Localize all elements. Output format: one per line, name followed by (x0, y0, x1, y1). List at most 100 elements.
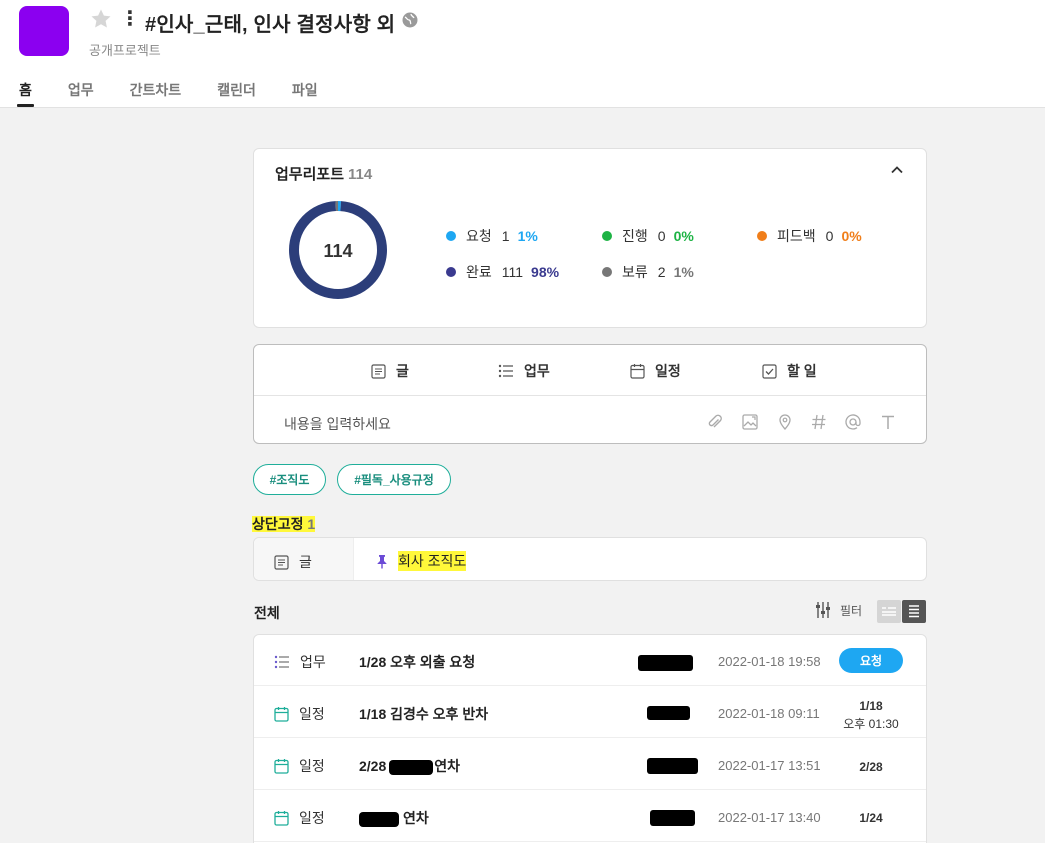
row-date: 2022-01-18 09:11 (718, 706, 820, 721)
tab-files[interactable]: 파일 (292, 80, 318, 107)
stat-count: 2 (657, 264, 666, 280)
redacted-name (389, 759, 434, 775)
stat-dot (602, 231, 612, 241)
row-title[interactable]: 연차 (359, 808, 429, 828)
star-icon[interactable] (89, 7, 113, 31)
row-due-date: 1/24 (859, 811, 883, 825)
list-item[interactable]: 일정 연차 2022-01-17 13:40 1/24 (254, 791, 926, 842)
composer-tab-schedule[interactable]: 일정 (630, 361, 681, 381)
donut-center-label: 114 (323, 241, 352, 261)
list-item[interactable]: 일정 2/28 연차 2022-01-17 13:51 2/28 (254, 739, 926, 790)
checkbox-icon (762, 363, 777, 379)
project-header: ⋮ #인사_근태, 인사 결정사항 외 공개프로젝트 홈 업무 간트차트 캘린더… (0, 0, 1045, 108)
stat-done[interactable]: 완료 111 98% (446, 262, 559, 282)
project-tabs: 홈 업무 간트차트 캘린더 파일 (17, 80, 354, 107)
row-type-label: 일정 (299, 758, 325, 774)
document-icon (274, 554, 289, 570)
list-item[interactable]: 업무 1/28 오후 외출 요청 2022-01-18 19:58 요청 (254, 635, 926, 686)
composer-tab-label: 할 일 (787, 363, 817, 379)
more-icon[interactable]: ⋮ (120, 8, 140, 30)
stat-request[interactable]: 요청 1 1% (446, 226, 538, 246)
row-due-time: 오후 01:30 (843, 717, 899, 731)
image-icon[interactable] (741, 413, 759, 431)
pinned-post-row[interactable]: 글 회사 조직도 (253, 537, 927, 581)
attach-icon[interactable] (706, 413, 724, 431)
stat-label: 피드백 (777, 228, 816, 244)
stat-dot (446, 267, 456, 277)
pinned-count: 1 (307, 516, 316, 532)
hashtag-chip[interactable]: #필독_사용규정 (337, 464, 451, 495)
task-report-card: 업무리포트 114 114 요청 1 1% 진행 0 0% 피드백 0 0% 완료… (253, 148, 927, 328)
card-view-button[interactable] (877, 600, 901, 623)
filter-label: 필터 (840, 603, 863, 618)
stat-label: 완료 (466, 264, 492, 280)
stat-dot (602, 267, 612, 277)
stat-count: 0 (657, 228, 666, 244)
globe-icon (402, 12, 418, 28)
composer-input[interactable]: 내용을 입력하세요 (284, 414, 391, 434)
calendar-icon (274, 759, 289, 774)
list-view-button[interactable] (902, 600, 926, 623)
stat-count: 1 (501, 228, 510, 244)
row-type-label: 일정 (299, 810, 325, 826)
composer-tab-post[interactable]: 글 (371, 361, 409, 381)
mention-icon[interactable] (844, 413, 862, 431)
composer-tab-todo[interactable]: 할 일 (762, 361, 817, 381)
report-count: 114 (348, 166, 373, 183)
all-section-title: 전체 (254, 605, 280, 621)
row-type: 일정 (274, 808, 325, 828)
report-title: 업무리포트 114 (275, 163, 372, 184)
stat-percent: 0% (841, 228, 862, 244)
project-title: #인사_근태, 인사 결정사항 외 (145, 14, 396, 36)
pinned-post-title[interactable]: 회사 조직도 (376, 551, 467, 571)
composer-tab-task[interactable]: 업무 (498, 361, 550, 381)
stat-progress[interactable]: 진행 0 0% (602, 226, 694, 246)
document-icon (371, 363, 386, 379)
row-title[interactable]: 2/28 연차 (359, 756, 460, 776)
row-title[interactable]: 1/28 오후 외출 요청 (359, 652, 475, 672)
pinned-type-label: 글 (299, 554, 312, 570)
stat-label: 진행 (622, 228, 648, 244)
filter-button[interactable]: 필터 (814, 601, 862, 619)
hashtag-icon[interactable] (810, 413, 828, 431)
chevron-up-icon[interactable] (890, 163, 904, 177)
row-title-part: 연차 (403, 810, 429, 826)
row-title[interactable]: 1/18 김경수 오후 반차 (359, 704, 488, 724)
stat-count: 0 (825, 228, 834, 244)
tab-home[interactable]: 홈 (17, 80, 34, 107)
row-due-date: 2/28 (859, 760, 883, 774)
status-badge: 요청 (839, 648, 903, 673)
stat-dot (446, 231, 456, 241)
tab-gantt[interactable]: 간트차트 (130, 80, 182, 107)
list-icon (498, 364, 513, 378)
redacted-name (359, 811, 399, 827)
stat-percent: 1% (673, 264, 694, 280)
row-date: 2022-01-17 13:40 (718, 810, 821, 825)
project-logo[interactable] (19, 6, 69, 56)
row-due-date: 1/18 (859, 699, 883, 713)
location-icon[interactable] (776, 413, 794, 431)
text-icon[interactable] (879, 413, 897, 431)
row-type-label: 업무 (300, 654, 326, 670)
project-visibility: 공개프로젝트 (89, 43, 161, 58)
row-title-part: 연차 (434, 758, 461, 774)
row-title-part: 2/28 (359, 758, 387, 774)
tab-calendar[interactable]: 캘린더 (217, 80, 256, 107)
hashtag-chip[interactable]: #조직도 (253, 464, 326, 495)
row-type: 업무 (274, 652, 326, 672)
post-composer: 글 업무 일정 할 일 내용을 입력하세요 (253, 344, 927, 444)
stat-hold[interactable]: 보류 2 1% (602, 262, 694, 282)
composer-tab-label: 글 (396, 363, 409, 379)
composer-tab-label: 업무 (524, 363, 550, 379)
list-item[interactable]: 일정 1/18 김경수 오후 반차 2022-01-18 09:11 1/18 … (254, 687, 926, 738)
stat-percent: 0% (673, 228, 694, 244)
row-type-label: 일정 (299, 706, 325, 722)
calendar-icon (274, 707, 289, 722)
stat-percent: 1% (517, 228, 538, 244)
stat-feedback[interactable]: 피드백 0 0% (757, 226, 862, 246)
redacted-author (647, 706, 690, 720)
pin-icon (377, 554, 387, 568)
pinned-title-text: 상단고정 1 (252, 516, 316, 532)
row-date: 2022-01-17 13:51 (718, 758, 821, 773)
tab-tasks[interactable]: 업무 (68, 80, 94, 107)
